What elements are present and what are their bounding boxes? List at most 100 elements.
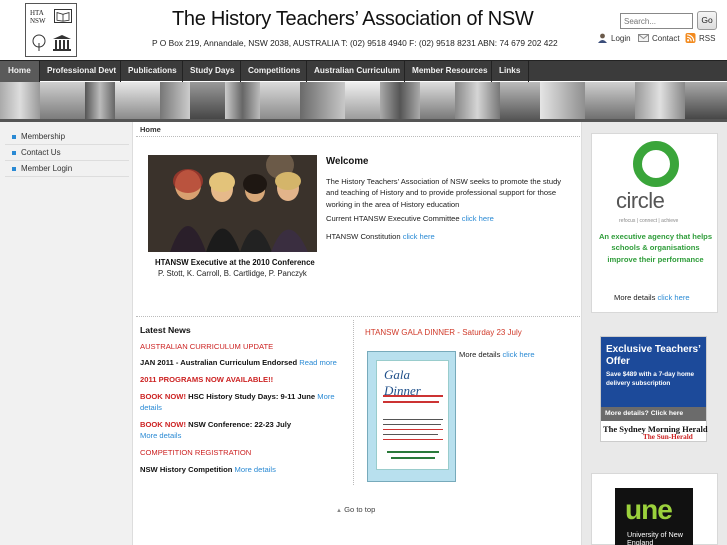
divider [136, 136, 580, 137]
nav-publications[interactable]: Publications [128, 61, 177, 82]
login-link[interactable]: Login [597, 32, 631, 44]
banner-image [420, 82, 455, 120]
smh-ad[interactable]: Exclusive Teachers’ Offer Save $489 with… [600, 336, 708, 442]
circle-wordmark: circle [616, 188, 665, 213]
divider [136, 316, 580, 317]
nav-study-days[interactable]: Study Days [190, 61, 235, 82]
news-programs: 2011 PROGRAMS NOW AVAILABLE!! [140, 375, 274, 384]
poster-line [383, 429, 443, 430]
sidebar-item-membership[interactable]: Membership [5, 129, 129, 145]
circle-ad[interactable]: circle refocus | connect | achieve An ex… [591, 133, 718, 313]
nav-divider [39, 61, 40, 82]
comp-more-details-link[interactable]: More details [235, 465, 276, 474]
nav-divider [182, 61, 183, 82]
sidebar-item-member-login[interactable]: Member Login [5, 161, 129, 177]
gala-more-line: More details click here [459, 350, 535, 359]
banner-image [500, 82, 540, 120]
nav-professional-devt[interactable]: Professional Devt [47, 61, 116, 82]
poster-line [383, 434, 438, 435]
sun-herald-masthead: The Sun-Herald [643, 433, 693, 441]
banner-image [225, 82, 260, 120]
banner-image [585, 82, 635, 120]
search-go-button[interactable]: Go [697, 11, 717, 30]
constitution-link[interactable]: click here [403, 232, 435, 241]
book-now-label: BOOK NOW! [140, 392, 186, 401]
committee-link[interactable]: click here [462, 214, 494, 223]
welcome-intro: The History Teachers’ Association of NSW… [326, 177, 562, 209]
banner-image [345, 82, 380, 120]
gala-click-here-link[interactable]: click here [503, 350, 535, 359]
history-banner [0, 82, 727, 120]
go-to-top-label: Go to top [344, 505, 376, 514]
contact-link[interactable]: Contact [638, 32, 680, 44]
circle-tagline: refocus | connect | achieve [619, 218, 679, 224]
search-input[interactable] [620, 13, 693, 29]
news-jan-item: JAN 2011 - Australian Curriculum Endorse… [140, 357, 350, 368]
banner-image [85, 82, 115, 120]
smh-ad-panel: Exclusive Teachers’ Offer Save $489 with… [601, 337, 706, 407]
up-arrow-icon: ▲ [336, 508, 342, 514]
rss-label: RSS [699, 33, 716, 43]
conf-more-details-link[interactable]: More details [140, 431, 181, 440]
sidebar-menu: Membership Contact Us Member Login [5, 129, 129, 177]
hta-nsw-logo[interactable]: HTA NSW [25, 3, 77, 57]
news-hsc-item: BOOK NOW! HSC History Study Days: 9-11 J… [140, 391, 350, 413]
nav-divider [404, 61, 405, 82]
breadcrumb[interactable]: Home [140, 125, 161, 134]
poster-line [383, 439, 443, 440]
nav-home[interactable]: Home [0, 61, 39, 82]
group-photo-image [148, 155, 317, 252]
banner-image [115, 82, 160, 120]
nav-competitions[interactable]: Competitions [248, 61, 300, 82]
sidebar-item-label: Membership [21, 132, 66, 141]
smh-ad-cta[interactable]: More details? Click here [601, 407, 706, 421]
sidebar-item-contact-us[interactable]: Contact Us [5, 145, 129, 161]
committee-text: Current HTANSW Executive Committee [326, 214, 460, 223]
gala-more-text: More details [459, 350, 501, 359]
news-jan-text: JAN 2011 - Australian Curriculum Endorse… [140, 358, 298, 367]
banner-image [40, 82, 85, 120]
gala-heading: HTANSW GALA DINNER - Saturday 23 July [365, 328, 522, 337]
constitution-text: HTANSW Constitution [326, 232, 401, 241]
rss-link[interactable]: RSS [685, 32, 715, 44]
banner-image [300, 82, 345, 120]
poster-line [391, 457, 435, 459]
user-icon [598, 33, 607, 43]
banner-image [380, 82, 420, 120]
read-more-link[interactable]: Read more [299, 358, 337, 367]
right-sidebar: circle refocus | connect | achieve An ex… [582, 122, 727, 545]
constitution-line: HTANSW Constitution click here [326, 232, 435, 241]
left-sidebar: Membership Contact Us Member Login [0, 122, 132, 545]
nav-divider [120, 61, 121, 82]
banner-image [160, 82, 190, 120]
bullet-icon [12, 135, 16, 139]
une-logo-panel: une University of New England [615, 488, 693, 545]
une-ad[interactable]: une University of New England [591, 473, 718, 545]
nav-australian-curriculum[interactable]: Australian Curriculum [314, 61, 400, 82]
une-subtitle: University of New England [627, 530, 683, 545]
banner-image [455, 82, 500, 120]
sidebar-item-label: Member Login [21, 164, 73, 173]
news-hsc-text: HSC History Study Days: 9-11 June [188, 392, 316, 401]
poster-line [383, 395, 443, 397]
bullet-icon [12, 151, 16, 155]
nav-divider [240, 61, 241, 82]
circle-click-here-link[interactable]: click here [658, 293, 690, 302]
poster-line [383, 424, 441, 425]
photo-caption-names: P. Stott, K. Carroll, B. Cartlidge, P. P… [158, 269, 307, 278]
poster-line [383, 419, 443, 420]
gala-dinner-poster[interactable]: Gala Dinner [367, 351, 456, 482]
nav-links[interactable]: Links [499, 61, 520, 82]
banner-image [540, 82, 585, 120]
hsc-more-link[interactable]: More [317, 392, 334, 401]
poster-card: Gala Dinner [376, 360, 449, 470]
nav-member-resources[interactable]: Member Resources [412, 61, 488, 82]
book-icon [54, 9, 72, 23]
rss-icon [685, 33, 696, 43]
executive-photo [148, 155, 317, 252]
news-conf-text: NSW Conference: 22-23 July [188, 420, 292, 429]
tree-icon [32, 34, 46, 51]
hsc-details-link[interactable]: details [140, 403, 162, 412]
go-to-top-link[interactable]: ▲ Go to top [336, 505, 375, 514]
news-ac-update: AUSTRALIAN CURRICULUM UPDATE [140, 342, 274, 351]
